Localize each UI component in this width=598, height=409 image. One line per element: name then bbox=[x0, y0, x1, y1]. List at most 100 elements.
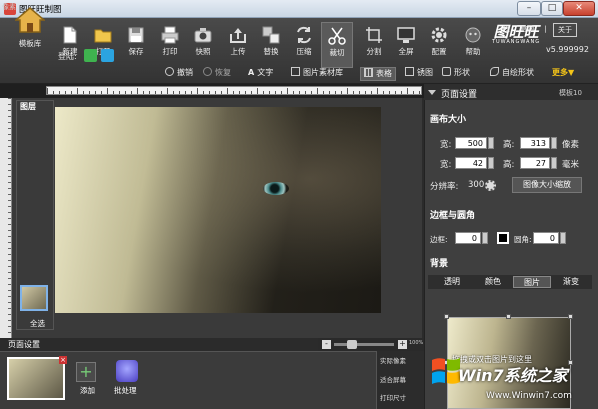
select-all-button[interactable]: 全选 bbox=[30, 318, 45, 329]
compress-button[interactable]: 压缩 bbox=[288, 26, 320, 68]
undo-icon bbox=[165, 67, 174, 76]
batch-process-label: 批处理 bbox=[114, 386, 137, 395]
fullscreen-button[interactable]: 全屏 bbox=[390, 26, 422, 68]
text-icon: A bbox=[248, 68, 255, 77]
split-button[interactable]: 分割 bbox=[358, 26, 390, 68]
horizontal-ruler bbox=[46, 86, 422, 95]
version-label: v5.999992 bbox=[546, 45, 589, 54]
redo-button[interactable]: 恢复 bbox=[203, 67, 231, 81]
height-mm-stepper[interactable] bbox=[551, 157, 557, 169]
border-width-input[interactable]: 0 bbox=[455, 232, 481, 244]
top-link-1[interactable]: 程 bbox=[503, 25, 510, 33]
custom-shape-button[interactable]: 自绘形状 bbox=[490, 67, 534, 81]
resolution-value[interactable]: 300 bbox=[468, 180, 484, 190]
frame-tool-button[interactable]: 锈图 bbox=[405, 67, 433, 81]
print-size-option[interactable]: 打印尺寸 bbox=[380, 392, 406, 402]
table-tool-button[interactable]: 表格 bbox=[360, 67, 396, 81]
watermark-url: Www.Winwin7.com bbox=[486, 391, 572, 401]
layer-thumbnail[interactable] bbox=[20, 285, 48, 311]
zoom-slider[interactable] bbox=[334, 343, 394, 346]
custom-shape-label: 自绘形状 bbox=[502, 68, 534, 77]
resize-handle[interactable] bbox=[568, 360, 573, 365]
custom-shape-icon bbox=[490, 67, 499, 76]
house-icon bbox=[15, 7, 45, 33]
tab-transparent[interactable]: 透明 bbox=[433, 276, 471, 288]
close-button[interactable]: ✕ bbox=[563, 1, 595, 16]
zoom-in-button[interactable]: + bbox=[398, 340, 407, 349]
split-label: 分割 bbox=[366, 47, 382, 56]
table-tool-label: 表格 bbox=[376, 69, 392, 78]
replace-label: 替换 bbox=[263, 47, 279, 56]
zoom-out-button[interactable]: - bbox=[322, 340, 331, 349]
zoom-value: 100% bbox=[409, 340, 424, 346]
about-button[interactable]: 关于 bbox=[553, 23, 577, 37]
tab-image[interactable]: 图片 bbox=[513, 276, 551, 288]
height-px-stepper[interactable] bbox=[551, 137, 557, 149]
tab-color[interactable]: 颜色 bbox=[474, 276, 512, 288]
zoom-slider-handle[interactable] bbox=[346, 340, 357, 349]
top-link-divider: | bbox=[544, 25, 547, 33]
width-mm-label: 宽: bbox=[440, 160, 452, 170]
width-px-input[interactable]: 500 bbox=[455, 137, 487, 149]
image-library-button[interactable]: 图片素材库 bbox=[291, 67, 343, 81]
width-mm-stepper[interactable] bbox=[488, 157, 494, 169]
page-remove-icon[interactable]: × bbox=[59, 356, 67, 364]
fullscreen-label: 全屏 bbox=[398, 47, 414, 56]
width-mm-input[interactable]: 42 bbox=[455, 157, 487, 169]
height-mm-input[interactable]: 27 bbox=[520, 157, 550, 169]
canvas-size-title: 画布大小 bbox=[430, 115, 467, 125]
unit-pixels-label: 像素 bbox=[562, 140, 580, 150]
undo-button[interactable]: 撤销 bbox=[165, 67, 193, 81]
radius-stepper[interactable] bbox=[560, 232, 566, 244]
resize-handle[interactable] bbox=[568, 314, 573, 319]
save-button[interactable]: 保存 bbox=[120, 26, 152, 68]
snapshot-label: 快照 bbox=[195, 47, 211, 56]
batch-process-button[interactable] bbox=[116, 360, 138, 382]
height-px-input[interactable]: 313 bbox=[520, 137, 550, 149]
actual-pixels-option[interactable]: 实际像素 bbox=[380, 355, 406, 365]
cat-eye-detail bbox=[263, 182, 289, 195]
more-button[interactable]: 更多▼ bbox=[552, 67, 574, 81]
border-width-stepper[interactable] bbox=[482, 232, 488, 244]
ruler-unit-label: 像素 bbox=[2, 3, 16, 11]
shape-icon bbox=[442, 67, 451, 76]
settings-label: 配置 bbox=[431, 47, 447, 56]
radius-input[interactable]: 0 bbox=[533, 232, 559, 244]
width-px-stepper[interactable] bbox=[488, 137, 494, 149]
resolution-gear-icon[interactable] bbox=[485, 180, 496, 191]
add-page-button[interactable]: + bbox=[76, 362, 96, 382]
shape-tool-button[interactable]: 形状 bbox=[442, 67, 470, 81]
wechat-login-icon[interactable] bbox=[84, 49, 97, 62]
print-button[interactable]: 打印 bbox=[154, 26, 186, 68]
height-px-label: 高: bbox=[503, 140, 515, 150]
compress-icon bbox=[297, 26, 311, 44]
canvas-image[interactable] bbox=[55, 107, 381, 313]
text-tool-button[interactable]: A 文字 bbox=[248, 67, 273, 81]
snapshot-button[interactable]: 快照 bbox=[187, 26, 219, 68]
upload-button[interactable]: 上传 bbox=[222, 26, 254, 68]
crop-button[interactable]: 裁切 bbox=[321, 22, 353, 68]
tab-gradient[interactable]: 渐变 bbox=[552, 276, 590, 288]
new-doc-icon bbox=[63, 26, 77, 44]
redo-label: 恢复 bbox=[215, 68, 231, 77]
template-library-button[interactable]: 模板库 bbox=[8, 6, 52, 62]
maximize-button[interactable]: □ bbox=[541, 1, 563, 16]
login-label: 登陆: bbox=[58, 52, 77, 61]
qq-login-icon[interactable] bbox=[101, 49, 114, 62]
border-label: 边框: bbox=[430, 235, 448, 244]
replace-button[interactable]: 替换 bbox=[255, 26, 287, 68]
minimize-button[interactable]: – bbox=[517, 1, 541, 16]
page-thumbnail[interactable] bbox=[7, 357, 65, 400]
resize-handle[interactable] bbox=[506, 314, 511, 319]
printer-icon bbox=[161, 26, 179, 44]
fit-screen-option[interactable]: 适合屏幕 bbox=[380, 374, 406, 384]
template-id-label[interactable]: 模板10 bbox=[559, 88, 582, 98]
split-icon bbox=[366, 27, 382, 43]
top-link-website[interactable]: 官网 bbox=[520, 25, 534, 33]
collapse-arrow-icon[interactable] bbox=[428, 90, 436, 95]
vertical-ruler bbox=[0, 98, 12, 338]
border-color-swatch[interactable] bbox=[497, 232, 509, 244]
image-resize-button[interactable]: 图像大小缩放 bbox=[512, 177, 582, 193]
settings-button[interactable]: 配置 bbox=[423, 26, 455, 68]
resize-handle[interactable] bbox=[444, 314, 449, 319]
